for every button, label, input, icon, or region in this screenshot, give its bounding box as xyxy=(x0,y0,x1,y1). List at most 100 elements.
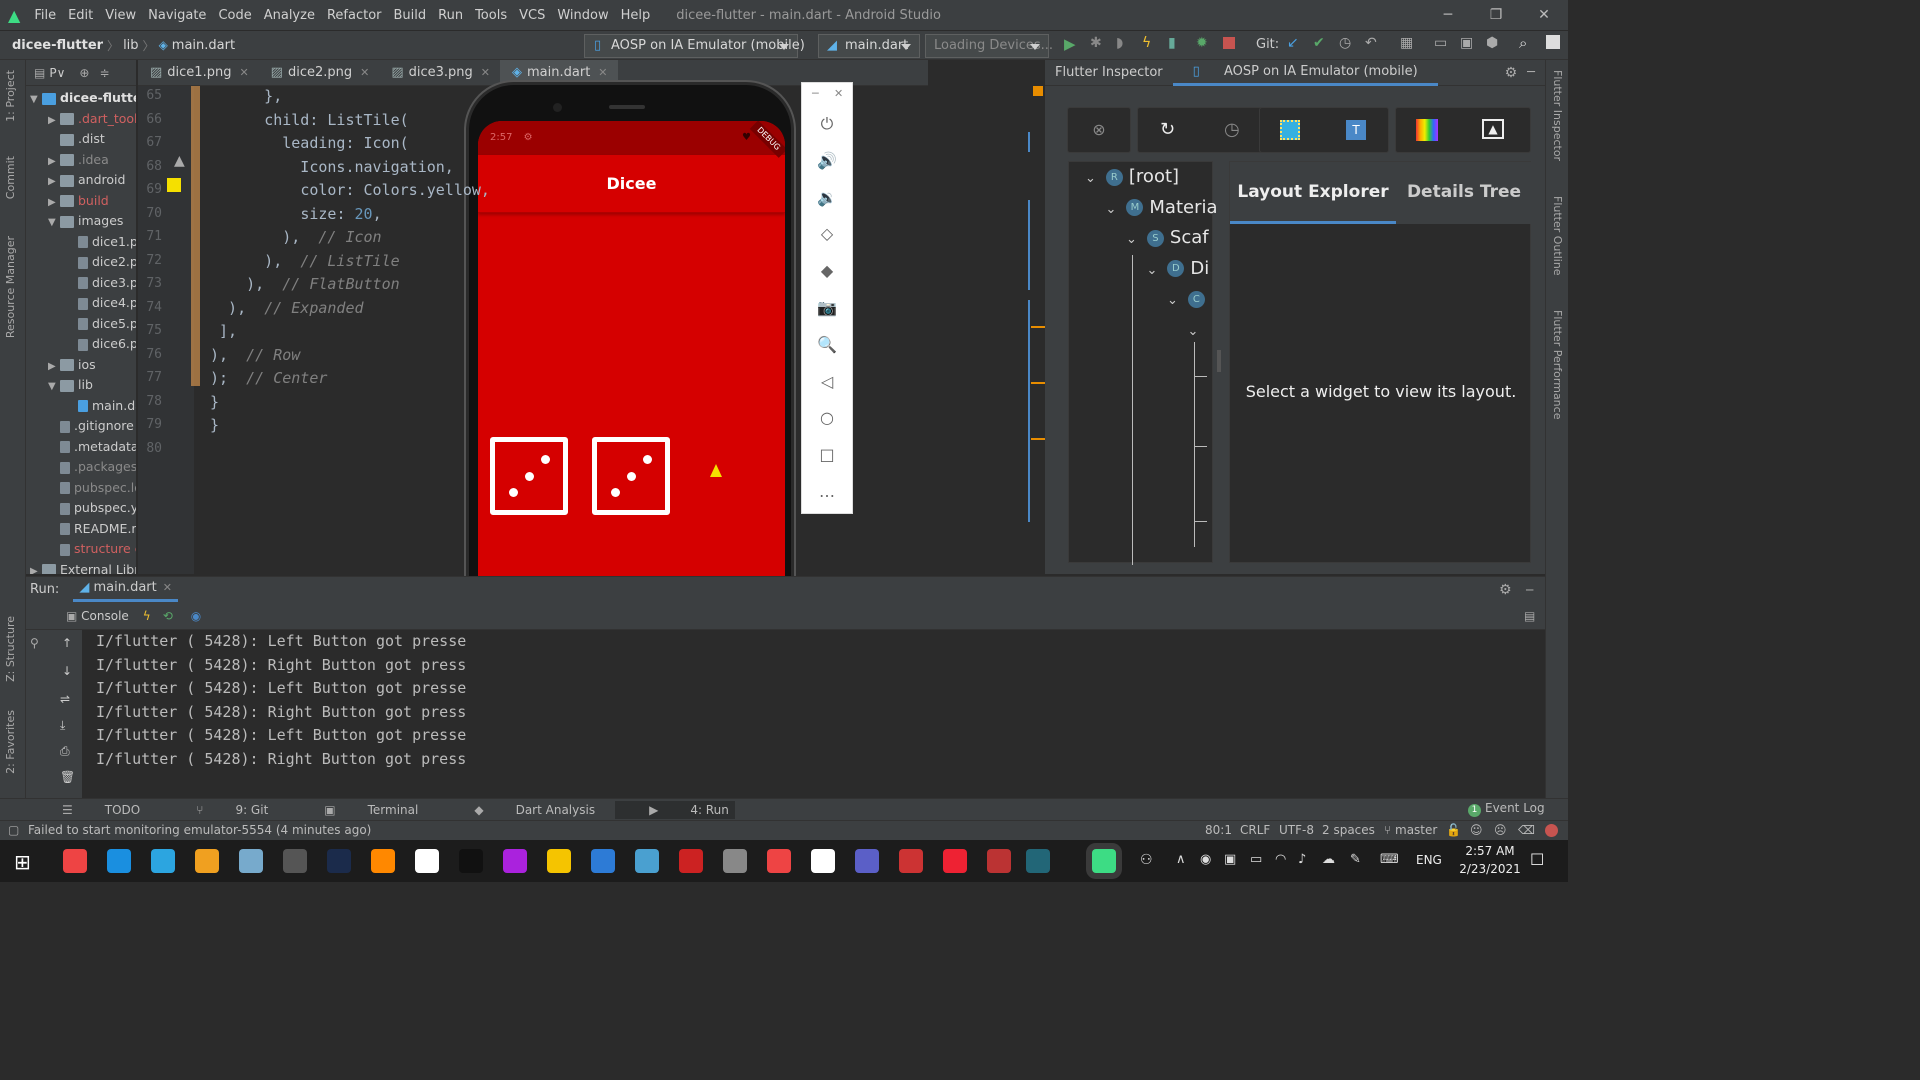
more-icon[interactable]: … xyxy=(816,481,838,503)
git-client-icon[interactable] xyxy=(195,849,219,873)
tree-file[interactable]: .gitignore xyxy=(26,416,136,437)
menu-view[interactable]: View xyxy=(99,8,142,23)
notifications-icon[interactable]: ☐ xyxy=(1530,850,1544,869)
breadcrumb-file[interactable]: main.dart xyxy=(168,38,239,53)
menu-window[interactable]: Window xyxy=(551,8,614,23)
run-tab[interactable]: ▶ 4: Run xyxy=(615,800,735,819)
scroll-down-icon[interactable]: ↓ xyxy=(62,664,72,678)
expanded-arrow-icon[interactable]: ▼ xyxy=(30,90,42,111)
layout-icon[interactable]: ▤ xyxy=(1524,609,1535,623)
tree-folder[interactable]: ▶ build xyxy=(26,191,136,212)
overview-icon[interactable]: □ xyxy=(816,444,838,466)
photoshop-icon[interactable] xyxy=(327,849,351,873)
rollback-icon[interactable]: ↶ xyxy=(1365,35,1377,51)
repaint-buttons[interactable]: ▲ xyxy=(1395,107,1531,153)
inspector-device-tab[interactable]: ▯ AOSP on IA Emulator (mobile) xyxy=(1172,60,1438,86)
rotate-right-icon[interactable]: ◆ xyxy=(816,260,838,282)
close-tab-icon[interactable]: ✕ xyxy=(481,66,490,79)
tree-file[interactable]: pubspec.yaml xyxy=(26,498,136,519)
flutter-outline-tab[interactable]: Flutter Outline xyxy=(1551,196,1564,276)
debug-icon[interactable]: ✱ xyxy=(1090,35,1102,51)
collapsed-arrow-icon[interactable]: ▶ xyxy=(48,111,60,132)
git-extensions-icon[interactable] xyxy=(899,849,923,873)
search-icon[interactable]: ⌕ xyxy=(1519,34,1527,52)
project-structure-icon[interactable]: ▦ xyxy=(1400,35,1413,51)
trash-icon[interactable]: ⌫ xyxy=(1518,823,1535,837)
tree-file[interactable]: dice5.png xyxy=(26,314,136,335)
code-line[interactable]: size: 20, xyxy=(210,205,381,223)
git-update-icon[interactable]: ↙ xyxy=(1287,35,1299,51)
apply-changes-icon[interactable]: ▮ xyxy=(1168,35,1176,51)
device-manager-icon[interactable]: ▣ xyxy=(1460,35,1473,51)
structure-tool-tab[interactable]: Z: Structure xyxy=(4,616,17,682)
tree-file[interactable]: .packages xyxy=(26,457,136,478)
tree-folder[interactable]: .dist xyxy=(26,129,136,150)
hide-panel-icon[interactable]: ─ xyxy=(1517,65,1545,80)
menu-refactor[interactable]: Refactor xyxy=(321,8,388,23)
keyboard-icon[interactable]: ⌨ xyxy=(1380,852,1399,867)
tree-file[interactable]: main.dart xyxy=(26,396,136,417)
jetbrains-icon[interactable] xyxy=(459,849,483,873)
collapsed-arrow-icon[interactable]: ▶ xyxy=(48,193,60,214)
settings-icon[interactable]: ⚙ xyxy=(1499,582,1512,598)
edge-icon[interactable] xyxy=(107,849,131,873)
language-indicator[interactable]: ENG xyxy=(1416,853,1442,867)
expand-chevron-icon[interactable]: ⌄ xyxy=(1188,324,1199,339)
notion-icon[interactable] xyxy=(811,849,835,873)
console-line[interactable]: I/flutter ( 5428): Left Button got press… xyxy=(96,632,466,650)
breadcrumb-project[interactable]: dicee-flutter xyxy=(8,38,107,53)
flutter-inspector-tab[interactable]: Flutter Inspector xyxy=(1551,70,1564,161)
code-line[interactable]: } xyxy=(210,416,219,434)
menu-edit[interactable]: Edit xyxy=(62,8,99,23)
flutter-performance-tab[interactable]: Flutter Performance xyxy=(1551,310,1564,419)
wifi-icon[interactable]: ◠ xyxy=(1275,852,1286,867)
menu-analyze[interactable]: Analyze xyxy=(258,8,321,23)
volume-icon[interactable]: ♪ xyxy=(1298,852,1306,867)
tree-folder[interactable]: ▶ .dart_tool xyxy=(26,109,136,130)
devtools-icon[interactable]: ◉ xyxy=(191,609,201,623)
debug-paint-buttons[interactable]: T xyxy=(1259,107,1389,153)
code-line[interactable]: ), // ListTile xyxy=(210,252,399,270)
hide-panel-icon[interactable]: ─ xyxy=(1526,583,1533,597)
code-line[interactable]: ], xyxy=(210,322,237,340)
pin-icon[interactable]: ⚲ xyxy=(30,636,39,650)
console-line[interactable]: I/flutter ( 5428): Right Button got pres… xyxy=(96,703,466,721)
breadcrumb-lib[interactable]: lib xyxy=(119,38,142,53)
scroll-up-icon[interactable]: ↑ xyxy=(62,636,72,650)
tree-file[interactable]: dice1.png xyxy=(26,232,136,253)
menu-vcs[interactable]: VCS xyxy=(513,8,551,23)
code-line[interactable]: }, xyxy=(210,87,282,105)
code-line[interactable]: } xyxy=(210,393,219,411)
tab-details-tree[interactable]: Details Tree xyxy=(1396,162,1532,224)
clear-all-icon[interactable]: 🗑 xyxy=(60,770,75,784)
tree-file[interactable]: dice4.png xyxy=(26,293,136,314)
console-line[interactable]: I/flutter ( 5428): Right Button got pres… xyxy=(96,750,466,768)
memory-face-icon[interactable]: ☹ xyxy=(1494,823,1507,837)
collapsed-arrow-icon[interactable]: ▶ xyxy=(48,152,60,173)
power-icon[interactable]: ⏻ xyxy=(816,113,838,135)
code-line[interactable]: ); // Center xyxy=(210,369,327,387)
clock-date[interactable]: 2/23/2021 xyxy=(1452,862,1528,876)
file-explorer-icon[interactable] xyxy=(547,849,571,873)
rotate-left-icon[interactable]: ◇ xyxy=(816,223,838,245)
locate-icon[interactable]: ⊕ xyxy=(79,66,89,80)
settings-icon[interactable]: ⚙ xyxy=(1495,65,1518,81)
expand-chevron-icon[interactable]: ⌄ xyxy=(1106,202,1117,217)
restore-button[interactable]: ❐ xyxy=(1472,0,1520,30)
collapsed-arrow-icon[interactable]: ▶ xyxy=(30,562,42,575)
widget-tree-node[interactable]: ⌄ xyxy=(1188,319,1209,340)
expand-chevron-icon[interactable]: ⌄ xyxy=(1126,232,1137,247)
widget-tree-node[interactable]: ⌄ S Scaf xyxy=(1126,227,1209,248)
people-icon[interactable]: ⚇ xyxy=(1140,852,1153,868)
error-indicator-icon[interactable] xyxy=(1545,824,1558,837)
menu-code[interactable]: Code xyxy=(212,8,257,23)
user-icon[interactable] xyxy=(1546,35,1560,49)
refresh-tree-button[interactable]: ↻ ◷ xyxy=(1137,107,1273,153)
hot-reload-icon[interactable]: ϟ xyxy=(1142,35,1151,51)
vlc-icon[interactable] xyxy=(371,849,395,873)
terminal-icon[interactable] xyxy=(283,849,307,873)
console-tab[interactable]: ▣ Console xyxy=(66,609,129,623)
console-line[interactable]: I/flutter ( 5428): Left Button got press… xyxy=(96,679,466,697)
word-icon[interactable] xyxy=(415,849,439,873)
editor-tab[interactable]: ▨ dice1.png ✕ xyxy=(138,60,259,86)
